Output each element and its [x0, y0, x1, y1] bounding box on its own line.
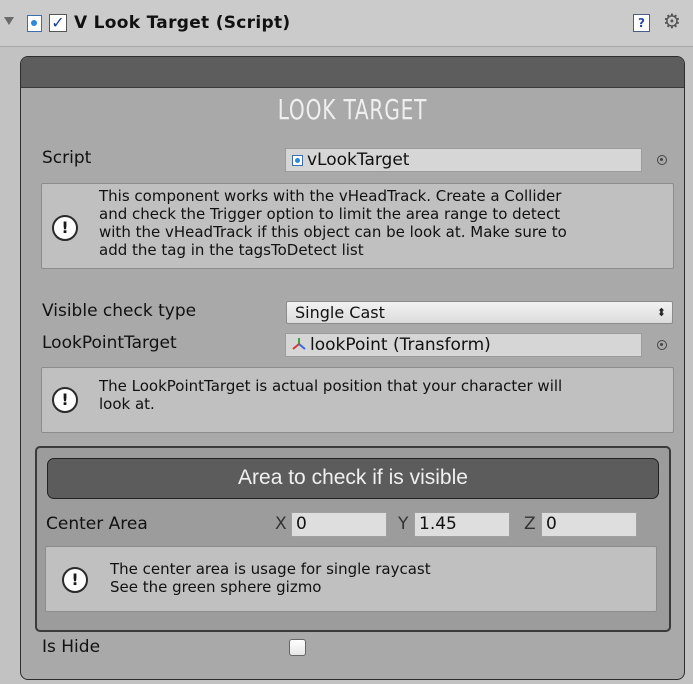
object-picker-icon[interactable]: [657, 155, 667, 165]
object-picker-icon[interactable]: [657, 340, 667, 350]
help-book-icon[interactable]: ?: [633, 14, 650, 32]
fold-arrow-icon[interactable]: [4, 17, 14, 25]
transform-axes-icon: [292, 338, 306, 350]
panel-top-bar: [21, 57, 684, 88]
y-axis-label: Y: [398, 514, 409, 534]
info-helpbox: ! This component works with the vHeadTra…: [41, 183, 674, 269]
chevron-updown-icon: ⬍: [656, 306, 666, 319]
inspector-panel: LOOK TARGET Script vLookTarget ! This co…: [20, 56, 685, 680]
look-point-label: LookPointTarget: [42, 333, 177, 353]
area-helpbox-text: The center area is usage for single rayc…: [110, 560, 431, 596]
script-value: vLookTarget: [307, 150, 410, 170]
visible-check-label: Visible check type: [42, 301, 197, 321]
visible-check-value: Single Cast: [295, 303, 385, 322]
component-title: V Look Target (Script): [74, 13, 291, 33]
exclamation-icon: !: [52, 215, 78, 241]
look-point-value: lookPoint (Transform): [310, 335, 491, 355]
script-icon: [292, 155, 303, 166]
exclamation-icon: !: [52, 387, 78, 413]
center-area-label: Center Area: [46, 514, 148, 534]
script-icon: [27, 15, 42, 32]
gear-icon[interactable]: ⚙: [663, 9, 681, 33]
enabled-checkbox[interactable]: ✓: [49, 14, 67, 32]
center-z-input[interactable]: 0: [541, 512, 637, 537]
x-axis-label: X: [275, 514, 287, 534]
exclamation-icon: !: [62, 567, 88, 593]
is-hide-label: Is Hide: [42, 637, 101, 657]
info-helpbox-text: The LookPointTarget is actual position t…: [99, 377, 563, 413]
center-y-input[interactable]: 1.45: [414, 512, 510, 537]
z-axis-label: Z: [524, 514, 536, 534]
info-helpbox: ! The LookPointTarget is actual position…: [41, 367, 674, 433]
area-subpanel: Area to check if is visible Center Area …: [35, 446, 671, 632]
look-point-field[interactable]: lookPoint (Transform): [285, 333, 642, 357]
visible-check-dropdown[interactable]: Single Cast ⬍: [286, 301, 673, 324]
area-visible-button[interactable]: Area to check if is visible: [47, 458, 659, 499]
script-label: Script: [42, 148, 92, 168]
script-field[interactable]: vLookTarget: [285, 148, 642, 172]
is-hide-checkbox[interactable]: [289, 639, 306, 656]
panel-title: LOOK TARGET: [277, 93, 428, 126]
info-helpbox-text: This component works with the vHeadTrack…: [99, 187, 567, 259]
area-helpbox: ! The center area is usage for single ra…: [45, 546, 657, 612]
component-header: ✓ V Look Target (Script) ? ⚙: [0, 0, 693, 47]
center-x-input[interactable]: 0: [291, 512, 387, 537]
